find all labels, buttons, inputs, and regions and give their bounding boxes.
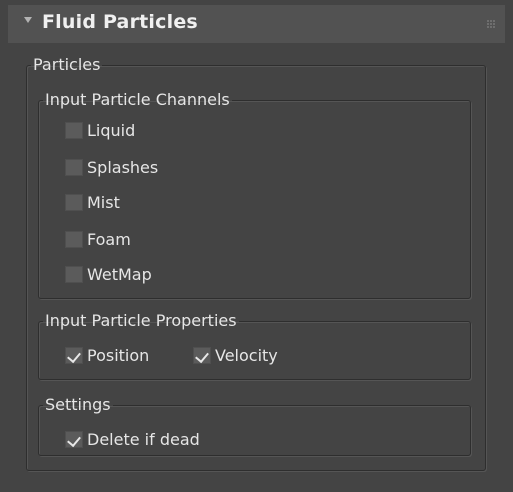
delete-if-dead-label: Delete if dead <box>87 429 200 449</box>
rollout-header[interactable]: Fluid Particles <box>8 5 505 43</box>
position-checkbox[interactable] <box>65 346 83 364</box>
mist-checkbox-row[interactable]: Mist <box>65 190 120 214</box>
position-checkbox-row[interactable]: Position <box>65 343 149 367</box>
velocity-label: Velocity <box>215 345 278 365</box>
wetmap-label: WetMap <box>87 264 152 284</box>
liquid-checkbox-row[interactable]: Liquid <box>65 118 135 142</box>
liquid-checkbox[interactable] <box>65 121 83 139</box>
liquid-label: Liquid <box>87 120 136 140</box>
delete-if-dead-checkbox-row[interactable]: Delete if dead <box>65 427 200 451</box>
input-particle-channels-label: Input Particle Channels <box>45 90 230 109</box>
delete-if-dead-checkbox[interactable] <box>65 430 83 448</box>
wetmap-checkbox-row[interactable]: WetMap <box>65 262 152 286</box>
mist-label: Mist <box>87 192 120 212</box>
wetmap-checkbox[interactable] <box>65 265 83 283</box>
splashes-checkbox[interactable] <box>65 158 83 176</box>
rollout-title[interactable]: Fluid Particles <box>42 11 198 33</box>
foam-label: Foam <box>87 229 131 249</box>
velocity-checkbox-row[interactable]: Velocity <box>193 343 278 367</box>
drag-grip-icon[interactable] <box>487 20 495 28</box>
splashes-label: Splashes <box>87 157 159 177</box>
foam-checkbox-row[interactable]: Foam <box>65 227 131 251</box>
position-label: Position <box>87 345 150 365</box>
settings-group-label: Settings <box>45 395 111 414</box>
velocity-checkbox[interactable] <box>193 346 211 364</box>
input-particle-properties-label: Input Particle Properties <box>45 311 237 330</box>
splashes-checkbox-row[interactable]: Splashes <box>65 155 158 179</box>
particles-group-label: Particles <box>33 55 101 74</box>
collapse-arrow-icon[interactable] <box>24 17 32 23</box>
foam-checkbox[interactable] <box>65 230 83 248</box>
mist-checkbox[interactable] <box>65 193 83 211</box>
